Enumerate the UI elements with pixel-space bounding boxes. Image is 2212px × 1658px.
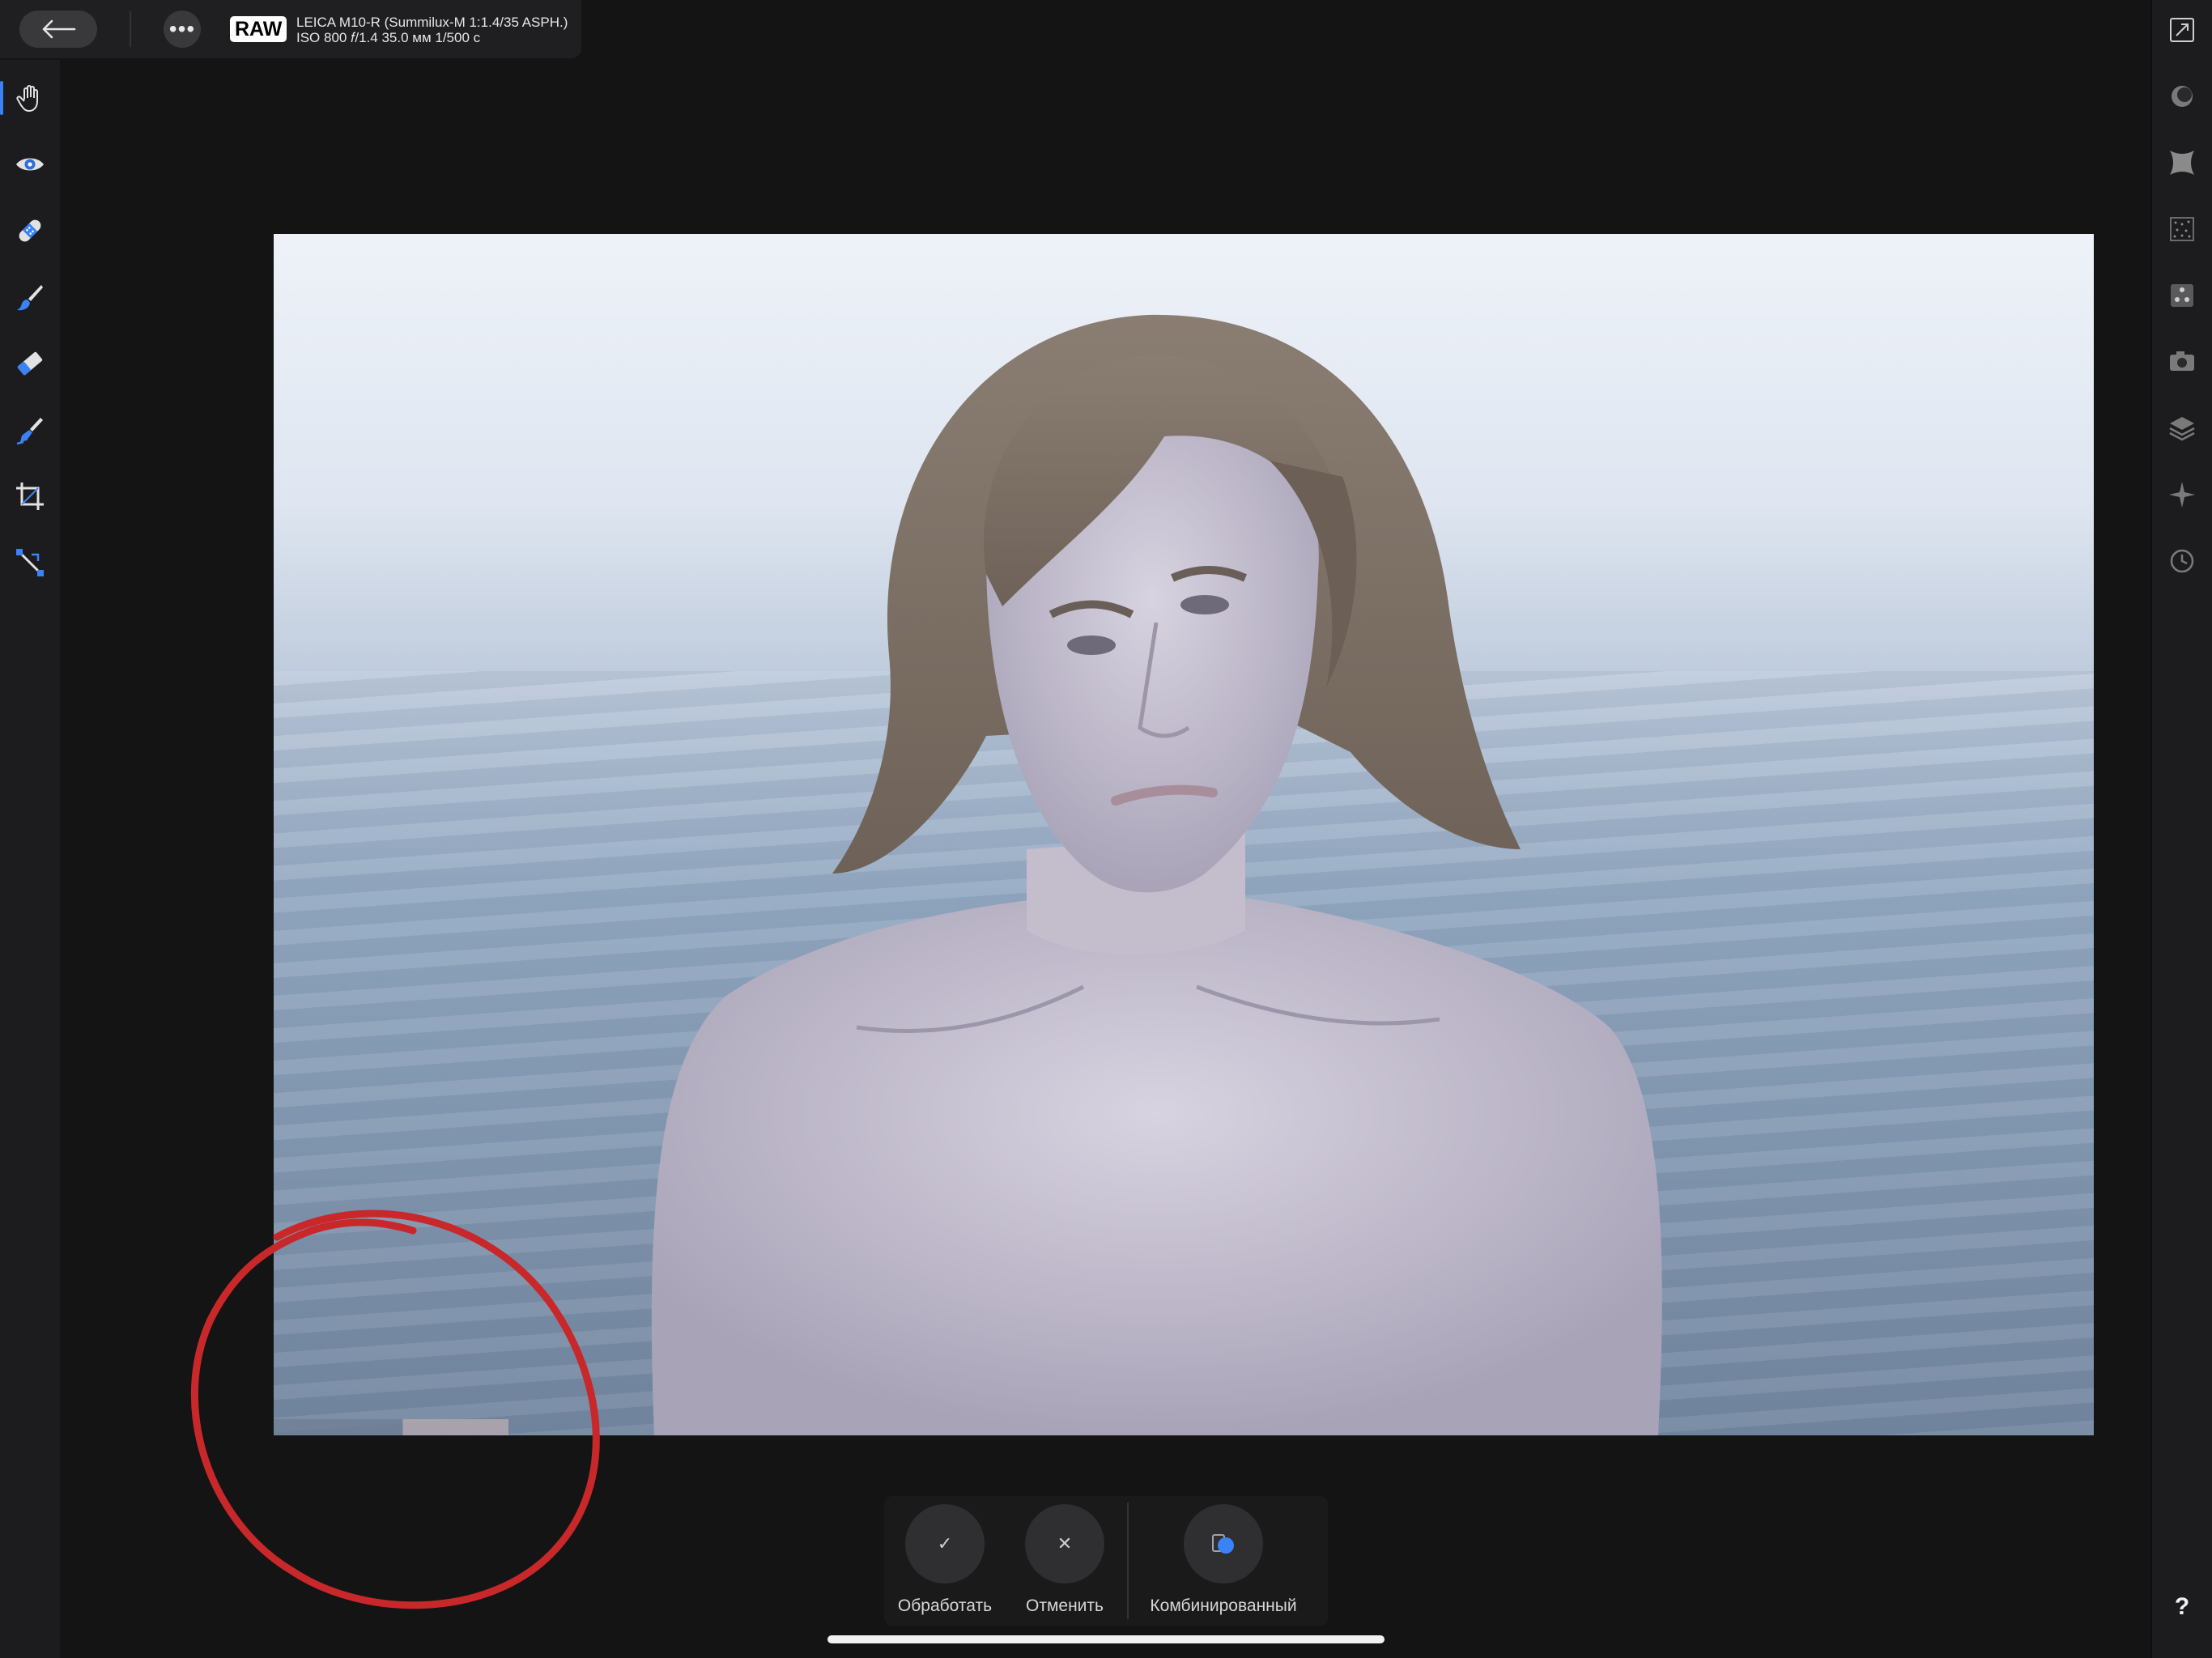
header-divider [130, 11, 131, 47]
eraser-icon [17, 351, 43, 376]
layers-icon [2169, 417, 2195, 441]
vignette-panel-button[interactable] [2152, 134, 2212, 191]
circle-icon [2172, 86, 2193, 107]
lens-panel-button[interactable] [2152, 334, 2212, 390]
layers-panel-button[interactable] [2152, 400, 2212, 457]
noise-icon [2170, 217, 2194, 241]
hand-icon [16, 85, 38, 112]
home-indicator [827, 1635, 1385, 1643]
hand-tool-button[interactable] [0, 70, 60, 126]
detail-panel-button[interactable] [2152, 267, 2212, 324]
vignette-icon [2170, 151, 2194, 175]
combined-label: Комбинированный [1150, 1596, 1297, 1615]
raw-badge: RAW [230, 16, 287, 42]
more-button[interactable]: ••• [164, 11, 201, 48]
exposure-line: ISO 800 𝑓/1.4 35.0 мм 1/500 с [296, 30, 481, 45]
camera-icon [2170, 351, 2194, 371]
dots-icon [2171, 284, 2193, 307]
portrait-subject [651, 314, 1662, 1435]
cancel-button[interactable]: ✕ Отменить [1004, 1496, 1125, 1626]
noise-panel-button[interactable] [2152, 201, 2212, 257]
compass-icon [2169, 482, 2195, 508]
repair-tool-button[interactable] [0, 202, 60, 259]
left-toolbar [0, 60, 60, 1658]
back-button[interactable] [19, 11, 97, 48]
close-icon: ✕ [1025, 1504, 1104, 1584]
tone-panel-button[interactable] [2152, 68, 2212, 125]
gradient-tool-button[interactable] [0, 402, 60, 458]
exif-info: LEICA M10-R (Summilux-M 1:1.4/35 ASPH.) … [296, 15, 568, 45]
unrendered-strip [274, 1419, 508, 1435]
combined-mode-icon [1184, 1504, 1263, 1584]
history-panel-button[interactable] [2152, 533, 2212, 589]
crop-tool-button[interactable] [0, 468, 60, 525]
cancel-label: Отменить [1026, 1596, 1104, 1615]
action-bar: ✓ Обработать ✕ Отменить Комбинированный [884, 1496, 1328, 1626]
help-button[interactable]: ? [2152, 1587, 2212, 1627]
transform-icon [16, 549, 44, 576]
ellipsis-icon: ••• [168, 16, 196, 41]
brush-tool-button[interactable] [0, 269, 60, 325]
eye-icon [16, 158, 44, 171]
photo-canvas[interactable] [274, 234, 2094, 1435]
right-toolbar: ? [2150, 0, 2212, 1658]
crop-icon [16, 483, 44, 510]
photo-editor: ••• RAW LEICA M10-R (Summilux-M 1:1.4/35… [0, 0, 2212, 1658]
transform-tool-button[interactable] [0, 534, 60, 591]
fullscreen-icon [2170, 18, 2194, 42]
checkmark-icon: ✓ [905, 1504, 985, 1584]
view-tool-button[interactable] [0, 136, 60, 193]
bandage-icon [19, 219, 41, 242]
action-divider [1127, 1503, 1129, 1619]
combined-button[interactable]: Комбинированный [1150, 1496, 1297, 1626]
paintbrush-icon [17, 285, 43, 311]
camera-line: LEICA M10-R (Summilux-M 1:1.4/35 ASPH.) [296, 15, 568, 30]
erase-tool-button[interactable] [0, 335, 60, 392]
arrow-left-icon [42, 19, 76, 39]
navigator-panel-button[interactable] [2152, 466, 2212, 523]
history-icon [2170, 549, 2194, 573]
gradient-brush-icon [16, 418, 43, 445]
fullscreen-button[interactable] [2152, 2, 2212, 58]
top-header: ••• RAW LEICA M10-R (Summilux-M 1:1.4/35… [0, 0, 581, 58]
